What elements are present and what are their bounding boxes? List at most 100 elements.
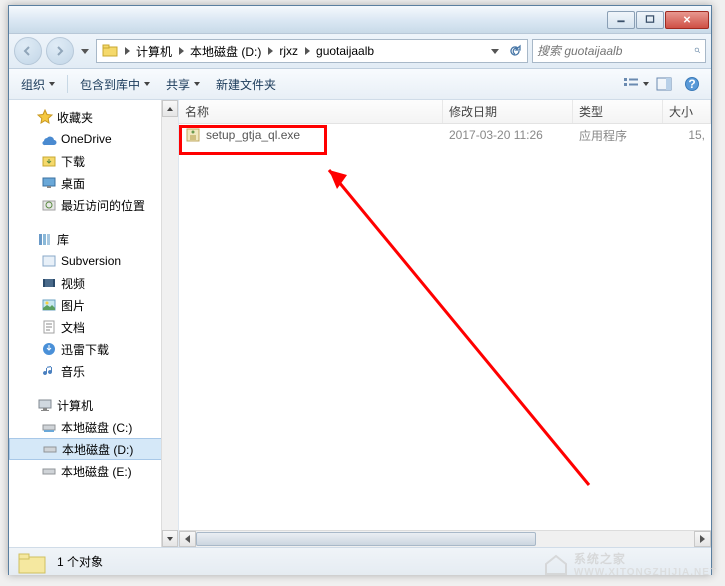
include-label: 包含到库中 bbox=[80, 76, 140, 93]
column-size[interactable]: 大小 bbox=[663, 100, 711, 123]
search-box[interactable] bbox=[532, 39, 706, 63]
onedrive-icon bbox=[41, 131, 57, 147]
address-dropdown[interactable] bbox=[485, 40, 505, 62]
minimize-button[interactable] bbox=[607, 11, 635, 29]
breadcrumb-sep[interactable] bbox=[301, 40, 313, 62]
breadcrumb-rjxz[interactable]: rjxz bbox=[276, 40, 301, 62]
breadcrumb-computer[interactable]: 计算机 bbox=[133, 40, 175, 62]
sidebar-subversion[interactable]: Subversion bbox=[9, 250, 178, 272]
scroll-up-button[interactable] bbox=[162, 100, 178, 117]
file-row[interactable]: setup_gtja_ql.exe 2017-03-20 11:26 应用程序 … bbox=[179, 124, 711, 146]
command-bar: 组织 包含到库中 共享 新建文件夹 ? bbox=[9, 69, 711, 100]
tree-label: 桌面 bbox=[61, 175, 85, 192]
video-icon bbox=[41, 275, 57, 291]
help-button[interactable]: ? bbox=[679, 72, 705, 96]
tree-label: 本地磁盘 (E:) bbox=[61, 463, 132, 480]
scroll-down-button[interactable] bbox=[162, 530, 178, 547]
preview-pane-button[interactable] bbox=[651, 72, 677, 96]
watermark-url: WWW.XITONGZHIJIA.NET bbox=[574, 567, 717, 578]
drive-icon bbox=[41, 463, 57, 479]
include-in-library-menu[interactable]: 包含到库中 bbox=[74, 73, 156, 96]
documents-icon bbox=[41, 319, 57, 335]
music-icon bbox=[41, 363, 57, 379]
address-bar[interactable]: 计算机 本地磁盘 (D:) rjxz guotaijaalb bbox=[96, 39, 528, 63]
tree-label: 图片 bbox=[61, 297, 85, 314]
column-type[interactable]: 类型 bbox=[573, 100, 663, 123]
tree-label: 本地磁盘 (C:) bbox=[61, 419, 132, 436]
title-bar[interactable] bbox=[9, 6, 711, 34]
scroll-track[interactable] bbox=[196, 531, 694, 547]
watermark-icon bbox=[542, 550, 570, 578]
search-input[interactable] bbox=[537, 44, 694, 58]
sidebar-documents[interactable]: 文档 bbox=[9, 316, 178, 338]
column-date[interactable]: 修改日期 bbox=[443, 100, 573, 123]
downloads-icon bbox=[41, 153, 57, 169]
computer-group[interactable]: 计算机 bbox=[9, 394, 178, 416]
nav-back-button[interactable] bbox=[14, 37, 42, 65]
share-menu[interactable]: 共享 bbox=[160, 73, 206, 96]
file-list-pane[interactable]: 名称 修改日期 类型 大小 setup_gtja_ql.exe 2017-03-… bbox=[179, 100, 711, 547]
breadcrumb-guotaijaalb[interactable]: guotaijaalb bbox=[313, 40, 377, 62]
tree-label: 本地磁盘 (D:) bbox=[62, 441, 133, 458]
file-size: 15, bbox=[669, 128, 711, 142]
scroll-right-button[interactable] bbox=[694, 531, 711, 547]
refresh-button[interactable] bbox=[505, 40, 525, 62]
explorer-window: 计算机 本地磁盘 (D:) rjxz guotaijaalb 组织 包含到库中 … bbox=[8, 5, 712, 575]
separator bbox=[67, 75, 68, 93]
sidebar-recent[interactable]: 最近访问的位置 bbox=[9, 194, 178, 216]
column-name[interactable]: 名称 bbox=[179, 100, 443, 123]
sidebar-pictures[interactable]: 图片 bbox=[9, 294, 178, 316]
desktop-icon bbox=[41, 175, 57, 191]
recent-icon bbox=[41, 197, 57, 213]
subversion-icon bbox=[41, 253, 57, 269]
close-button[interactable] bbox=[665, 11, 709, 29]
sidebar-onedrive[interactable]: OneDrive bbox=[9, 128, 178, 150]
libraries-label: 库 bbox=[57, 231, 69, 248]
sidebar-desktop[interactable]: 桌面 bbox=[9, 172, 178, 194]
maximize-button[interactable] bbox=[636, 11, 664, 29]
breadcrumb-sep[interactable] bbox=[264, 40, 276, 62]
breadcrumb-sep[interactable] bbox=[175, 40, 187, 62]
tree-label: 视频 bbox=[61, 275, 85, 292]
tree-label: 下载 bbox=[61, 153, 85, 170]
content-area: 收藏夹 OneDrive 下载 桌面 最近访问的位置 库 Subversion … bbox=[9, 100, 711, 547]
sidebar-downloads[interactable]: 下载 bbox=[9, 150, 178, 172]
sidebar-videos[interactable]: 视频 bbox=[9, 272, 178, 294]
sidebar-drive-e[interactable]: 本地磁盘 (E:) bbox=[9, 460, 178, 482]
search-icon bbox=[694, 43, 701, 59]
navigation-pane[interactable]: 收藏夹 OneDrive 下载 桌面 最近访问的位置 库 Subversion … bbox=[9, 100, 179, 547]
scroll-thumb[interactable] bbox=[196, 532, 536, 546]
file-name: setup_gtja_ql.exe bbox=[206, 128, 300, 142]
scroll-left-button[interactable] bbox=[179, 531, 196, 547]
view-mode-button[interactable] bbox=[623, 72, 649, 96]
tree-label: 文档 bbox=[61, 319, 85, 336]
organize-menu[interactable]: 组织 bbox=[15, 73, 61, 96]
organize-label: 组织 bbox=[21, 76, 45, 93]
folder-icon bbox=[102, 43, 118, 59]
libraries-group[interactable]: 库 bbox=[9, 228, 178, 250]
tree-label: OneDrive bbox=[61, 132, 112, 146]
navigation-bar: 计算机 本地磁盘 (D:) rjxz guotaijaalb bbox=[9, 34, 711, 69]
sidebar-drive-c[interactable]: 本地磁盘 (C:) bbox=[9, 416, 178, 438]
drive-icon bbox=[41, 419, 57, 435]
computer-label: 计算机 bbox=[57, 397, 93, 414]
horizontal-scrollbar[interactable] bbox=[179, 530, 711, 547]
favorites-group[interactable]: 收藏夹 bbox=[9, 106, 178, 128]
sidebar-music[interactable]: 音乐 bbox=[9, 360, 178, 382]
sidebar-scrollbar[interactable] bbox=[161, 100, 178, 547]
favorites-label: 收藏夹 bbox=[57, 109, 93, 126]
status-count: 1 个对象 bbox=[57, 553, 103, 570]
drive-icon bbox=[42, 441, 58, 457]
nav-history-dropdown[interactable] bbox=[78, 40, 92, 62]
nav-forward-button[interactable] bbox=[46, 37, 74, 65]
breadcrumb-drive-d[interactable]: 本地磁盘 (D:) bbox=[187, 40, 264, 62]
sidebar-xunlei[interactable]: 迅雷下载 bbox=[9, 338, 178, 360]
folder-icon bbox=[17, 551, 49, 573]
breadcrumb-root-sep[interactable] bbox=[121, 40, 133, 62]
computer-icon bbox=[37, 397, 53, 413]
new-folder-button[interactable]: 新建文件夹 bbox=[210, 73, 282, 96]
sidebar-drive-d[interactable]: 本地磁盘 (D:) bbox=[9, 438, 178, 460]
window-controls bbox=[606, 11, 709, 29]
file-date: 2017-03-20 11:26 bbox=[449, 128, 579, 142]
file-type: 应用程序 bbox=[579, 127, 669, 144]
